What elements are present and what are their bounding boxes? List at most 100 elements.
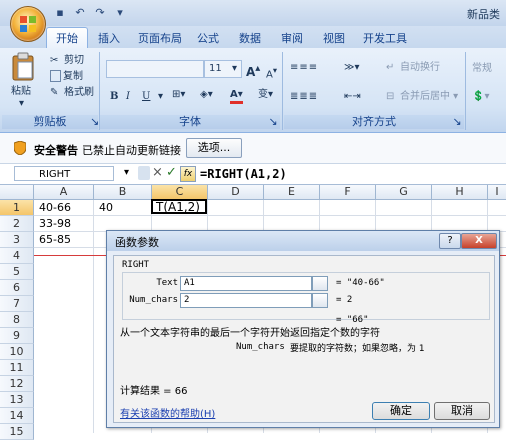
copy-icon [50,70,61,82]
ribbon-tabs: 开始 插入 页面布局 公式 数据 审阅 视图 开发工具 [0,26,506,49]
name-box[interactable]: RIGHT [14,166,114,181]
grow-font-button[interactable]: A▴ [246,62,260,79]
column-header-h[interactable]: H [432,185,488,200]
column-header-d[interactable]: D [208,185,264,200]
cell-a1[interactable]: 40-66 [36,200,71,215]
font-size-select[interactable]: 11 ▾ [204,60,242,78]
row-header-8[interactable]: 8 [0,312,34,328]
cell-a3[interactable]: 65-85 [36,232,71,247]
row-header-4[interactable]: 4 [0,248,34,264]
close-dialog-button[interactable]: X [461,233,497,249]
security-warning-title: 安全警告 [34,144,78,157]
active-cell-c1[interactable]: T(A1,2) [151,199,207,214]
row-header-6[interactable]: 6 [0,280,34,296]
office-button[interactable] [10,6,46,42]
insert-function-icon[interactable]: fx [180,166,196,182]
row-header-3[interactable]: 3 [0,232,34,248]
tab-page-layout[interactable]: 页面布局 [134,29,186,48]
calc-result-value: 66 [174,386,188,397]
alignment-group-label: 对齐方式 [284,115,464,129]
formula-bar-grip[interactable] [138,166,150,180]
enter-formula-icon[interactable]: ✓ [166,165,177,180]
cut-button[interactable]: ✂ 剪切 [50,54,84,67]
row-header-14[interactable]: 14 [0,408,34,424]
borders-icon[interactable]: ⊞▾ [172,88,185,101]
merge-label: 合并后居中 [400,91,450,102]
collapse-dialog-icon[interactable] [312,293,328,308]
collapse-dialog-icon[interactable] [312,276,328,291]
name-box-dropdown-icon[interactable]: ▾ [124,167,129,178]
tab-data[interactable]: 数据 [234,29,266,48]
undo-icon[interactable]: ↶ [72,5,88,21]
column-header-e[interactable]: E [264,185,320,200]
ok-button[interactable]: 确定 [372,402,430,420]
underline-dropdown-icon[interactable]: ▾ [158,90,163,103]
row-header-10[interactable]: 10 [0,344,34,360]
format-painter-button[interactable]: ✎ 格式刷 [50,86,94,99]
font-launcher-icon[interactable]: ↘ [268,115,278,129]
formula-input[interactable]: =RIGHT(A1,2) [200,165,287,183]
calc-result-label: 计算结果 = [120,386,175,397]
row-header-1[interactable]: 1 [0,200,34,216]
font-name-select[interactable] [106,60,204,78]
calc-result: 计算结果 = 66 [120,382,187,397]
alignment-launcher-icon[interactable]: ↘ [452,115,462,129]
save-icon[interactable]: ▪ [52,5,68,21]
font-color-button[interactable]: A▾ [230,88,243,104]
underline-button[interactable]: U [142,90,150,103]
column-header-a[interactable]: A [34,185,94,200]
row-header-7[interactable]: 7 [0,296,34,312]
clipboard-launcher-icon[interactable]: ↘ [90,115,99,129]
arg-input-text[interactable]: A1 [180,276,312,291]
tab-view[interactable]: 视图 [318,29,350,48]
indent-icon[interactable]: ⇤⇥ [344,90,361,103]
customize-icon[interactable]: ▾ [112,5,128,21]
dialog-body: RIGHT Text A1 = "40-66" Num_chars 2 = 2 … [113,255,495,423]
phonetic-button[interactable]: 变▾ [258,88,273,101]
column-header-i[interactable]: I [488,185,506,200]
redo-icon[interactable]: ↷ [92,5,108,21]
shrink-font-button[interactable]: A▾ [266,64,277,81]
currency-icon[interactable]: 💲▾ [472,90,489,103]
cell-a2[interactable]: 33-98 [36,216,71,231]
row-header-9[interactable]: 9 [0,328,34,344]
row-header-5[interactable]: 5 [0,264,34,280]
row-header-11[interactable]: 11 [0,360,34,376]
cancel-formula-icon[interactable]: × [152,165,163,180]
column-header-b[interactable]: B [94,185,152,200]
fill-color-icon[interactable]: ◈▾ [200,88,213,101]
security-options-button[interactable]: 选项... [186,138,242,158]
bold-button[interactable]: B [110,90,118,103]
copy-button[interactable]: 复制 [50,70,83,83]
row-header-2[interactable]: 2 [0,216,34,232]
align-top-icon[interactable]: ≡≡≡ [290,61,318,74]
column-header-c[interactable]: C [152,185,208,200]
help-title-button[interactable]: ? [439,233,461,249]
tab-formulas[interactable]: 公式 [192,29,224,48]
align-left-icon[interactable]: ≣≣≣ [290,90,318,103]
tab-review[interactable]: 审阅 [276,29,308,48]
merge-center-button[interactable]: ⊟ 合并后居中 ▾ [386,90,458,103]
divider [282,52,283,130]
column-header-g[interactable]: G [376,185,432,200]
tab-home[interactable]: 开始 [46,27,88,49]
function-help-link[interactable]: 有关该函数的帮助(H) [120,405,215,420]
orientation-icon[interactable]: ≫▾ [344,61,360,74]
number-format-select[interactable]: 常规 [472,62,492,75]
format-painter-label: 格式刷 [64,87,94,98]
tab-insert[interactable]: 插入 [92,29,126,48]
arg-input-num-chars[interactable]: 2 [180,293,312,308]
select-all-corner[interactable] [0,185,34,200]
column-header-f[interactable]: F [320,185,376,200]
dialog-title-bar[interactable]: 函数参数 ? X [107,231,499,251]
row-header-15[interactable]: 15 [0,424,34,440]
cancel-button[interactable]: 取消 [434,402,490,420]
paste-button[interactable]: 粘贴 ▾ [8,52,38,109]
tab-developer[interactable]: 开发工具 [362,29,408,48]
row-header-13[interactable]: 13 [0,392,34,408]
wrap-text-button[interactable]: ↵ 自动换行 [386,61,440,74]
italic-button[interactable]: I [126,90,130,103]
row-header-12[interactable]: 12 [0,376,34,392]
cell-b1[interactable]: 40 [96,200,113,215]
function-name: RIGHT [122,260,150,270]
